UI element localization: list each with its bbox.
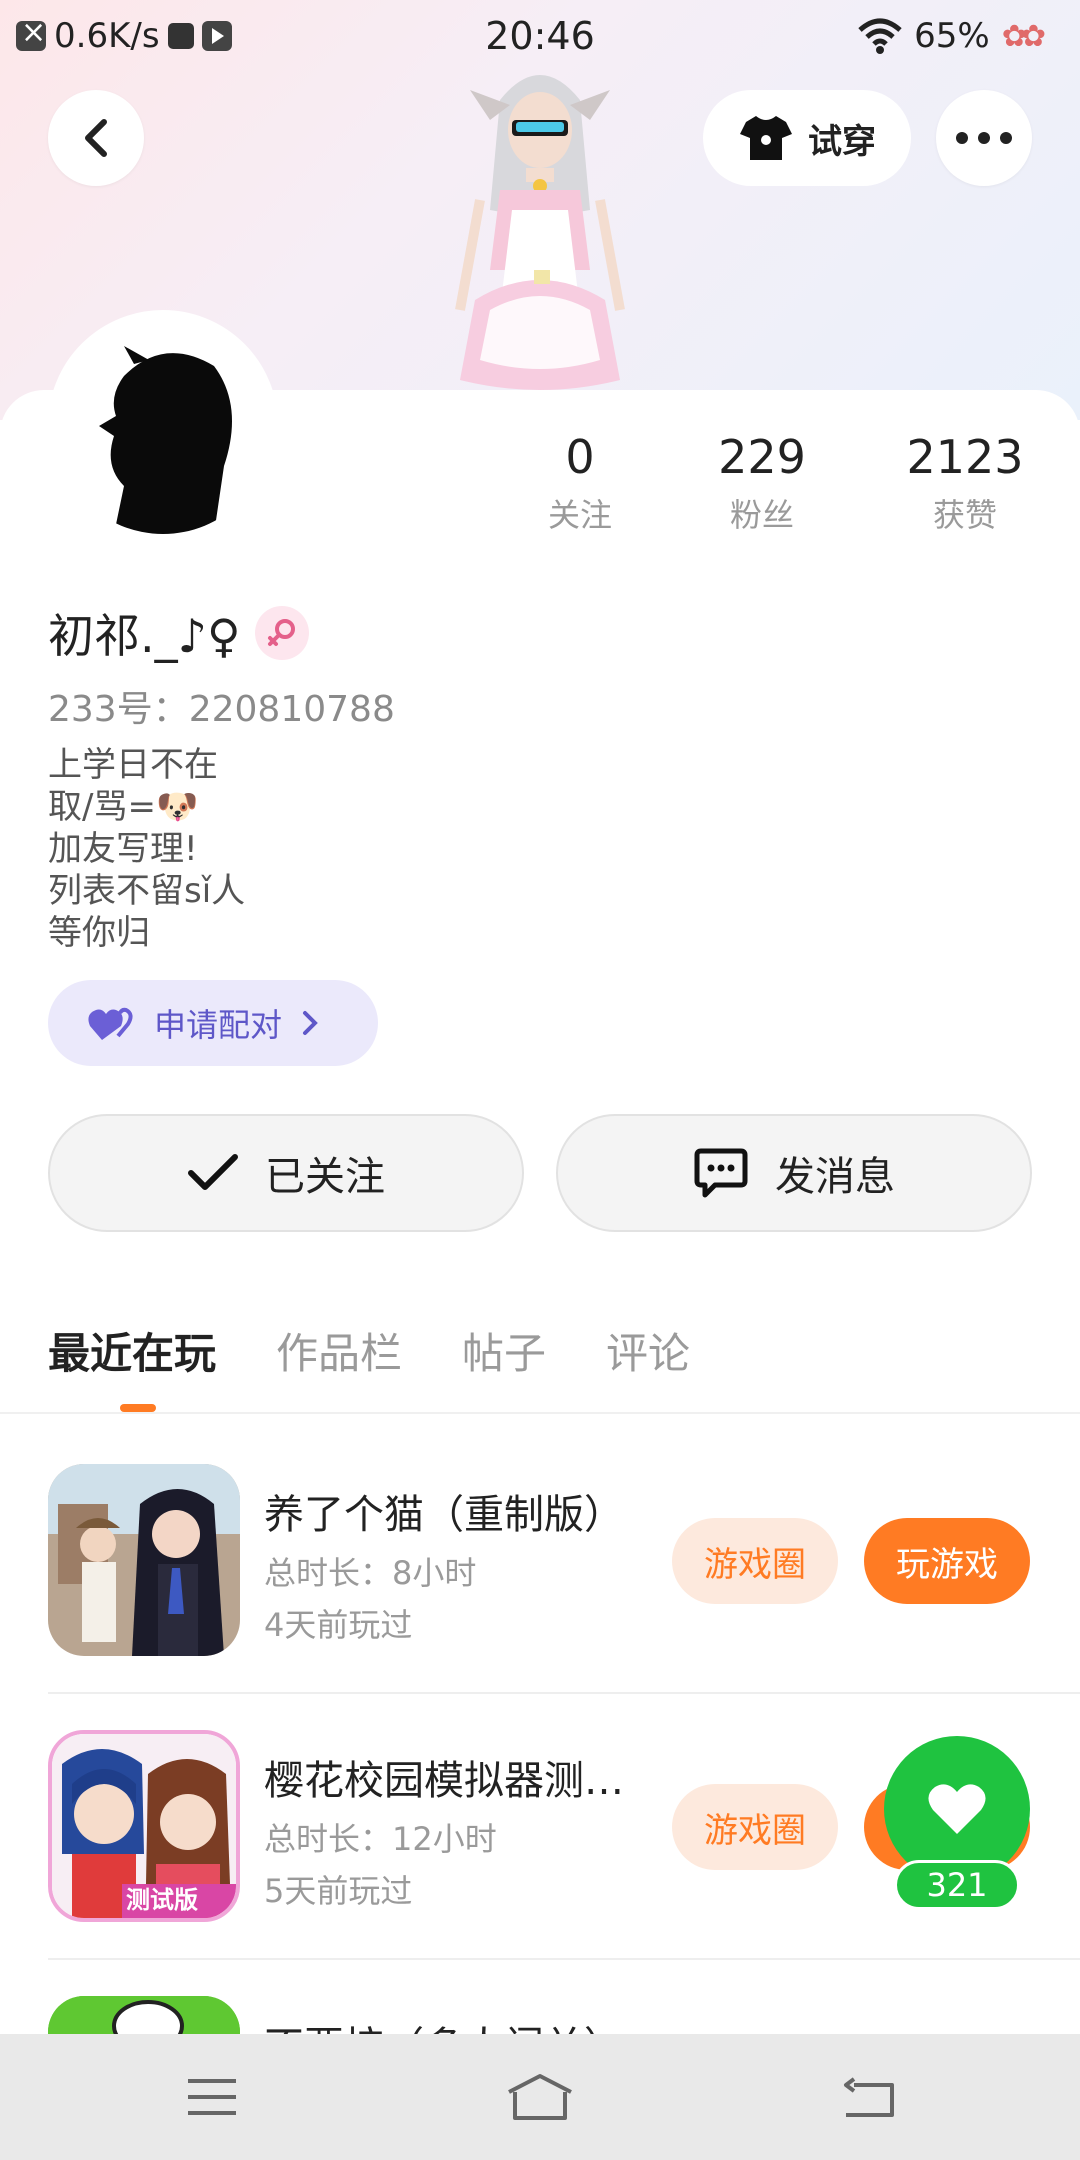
back-nav-button[interactable] (828, 2062, 908, 2132)
stat-fans[interactable]: 229 粉丝 (662, 430, 862, 536)
followed-label: 已关注 (265, 1154, 385, 1200)
status-bar: 0.6K/s 20:46 65% ✿✿ (0, 0, 1080, 72)
chevron-left-icon (85, 119, 107, 157)
stat-likes-count: 2123 (906, 430, 1024, 484)
menu-icon (188, 2079, 236, 2115)
tab-recently-played[interactable]: 最近在玩 (48, 1320, 216, 1400)
back-button[interactable] (48, 90, 144, 186)
battery-level: 65% (914, 16, 990, 56)
tabs-divider (0, 1412, 1080, 1414)
double-heart-icon (88, 1007, 133, 1040)
stat-following-count: 0 (565, 430, 595, 484)
request-pair-label: 申请配对 (154, 1006, 283, 1044)
back-icon (844, 2077, 894, 2117)
game-duration: 总时长：12小时 (264, 1820, 497, 1858)
try-on-label: 试穿 (808, 121, 876, 162)
stat-fans-count: 229 (718, 430, 806, 484)
shirt-icon (740, 116, 792, 160)
more-dots-icon (956, 132, 1012, 144)
bio-line: 等你归 (48, 913, 150, 953)
game-cover-image (48, 1464, 240, 1656)
game-item[interactable]: 养了个猫（重制版） 总时长：8小时 4天前玩过 游戏圈 玩游戏 (48, 1464, 1080, 1660)
avatar-silhouette-image (54, 316, 272, 534)
followed-button[interactable]: 已关注 (48, 1114, 524, 1232)
game-last-played: 5天前玩过 (264, 1872, 413, 1910)
profile-avatar[interactable] (48, 310, 278, 540)
wifi-icon (858, 18, 902, 54)
menu-nav-button[interactable] (172, 2062, 252, 2132)
test-version-badge: 测试版 (126, 1886, 198, 1914)
home-icon (508, 2074, 572, 2120)
profile-tabs: 最近在玩 作品栏 帖子 评论 (48, 1320, 690, 1400)
system-nav-bar (0, 2034, 1080, 2160)
avatar-3d-figure (455, 75, 625, 390)
play-game-button[interactable]: 玩游戏 (864, 1518, 1030, 1604)
profile-name: 初祁._♪♀ (48, 609, 241, 663)
stat-fans-label: 粉丝 (729, 496, 794, 534)
game-duration: 总时长：8小时 (264, 1554, 477, 1592)
user-id: 233号：220810788 (48, 689, 395, 730)
row-divider (48, 1958, 1080, 1960)
try-on-button[interactable]: 试穿 (703, 90, 911, 186)
send-message-button[interactable]: 发消息 (556, 1114, 1032, 1232)
gender-badge (254, 606, 309, 660)
bio-line: 加友写理! (48, 829, 198, 869)
flower-icon: ✿✿ (1001, 18, 1046, 54)
game-icon-image: 测试版 (48, 1730, 240, 1922)
game-circle-button[interactable]: 游戏圈 (672, 1784, 838, 1870)
game-title: 养了个猫（重制版） (264, 1492, 624, 1538)
game-icon-image (48, 1464, 240, 1656)
checkmark-icon (188, 1154, 238, 1190)
more-button[interactable] (936, 90, 1032, 186)
bio-line: 上学日不在 (48, 745, 218, 785)
chat-bubble-icon (694, 1148, 748, 1198)
stat-following-label: 关注 (547, 496, 612, 534)
tab-works[interactable]: 作品栏 (276, 1320, 402, 1400)
game-circle-button[interactable]: 游戏圈 (672, 1518, 838, 1604)
home-nav-button[interactable] (500, 2062, 580, 2132)
row-divider (48, 1692, 1080, 1694)
profile-name-row: 初祁._♪♀ (48, 600, 309, 666)
stat-likes-label: 获赞 (932, 496, 997, 534)
heart-icon (928, 1784, 986, 1834)
bio-line: 取/骂=🐶 (48, 787, 199, 827)
profile-bio: 上学日不在 取/骂=🐶 加友写理! 列表不留sǐ人 等你归 (48, 744, 245, 954)
tab-posts[interactable]: 帖子 (462, 1320, 546, 1400)
bio-line: 列表不留sǐ人 (48, 871, 246, 911)
like-count: 321 (894, 1860, 1020, 1910)
game-last-played: 4天前玩过 (264, 1606, 413, 1644)
stat-following[interactable]: 0 关注 (480, 430, 680, 536)
status-bar-right: 65% ✿✿ (858, 16, 1046, 56)
request-pair-button[interactable]: 申请配对 (48, 980, 378, 1066)
tab-comments[interactable]: 评论 (606, 1320, 690, 1400)
send-message-label: 发消息 (775, 1154, 895, 1200)
stat-likes[interactable]: 2123 获赞 (865, 430, 1065, 536)
game-title: 樱花校园模拟器测… (264, 1758, 624, 1804)
profile-stats: 0 关注 229 粉丝 2123 获赞 (480, 430, 1080, 550)
active-tab-indicator (120, 1404, 156, 1412)
chevron-right-icon (303, 1011, 318, 1035)
female-symbol-icon (267, 619, 295, 646)
